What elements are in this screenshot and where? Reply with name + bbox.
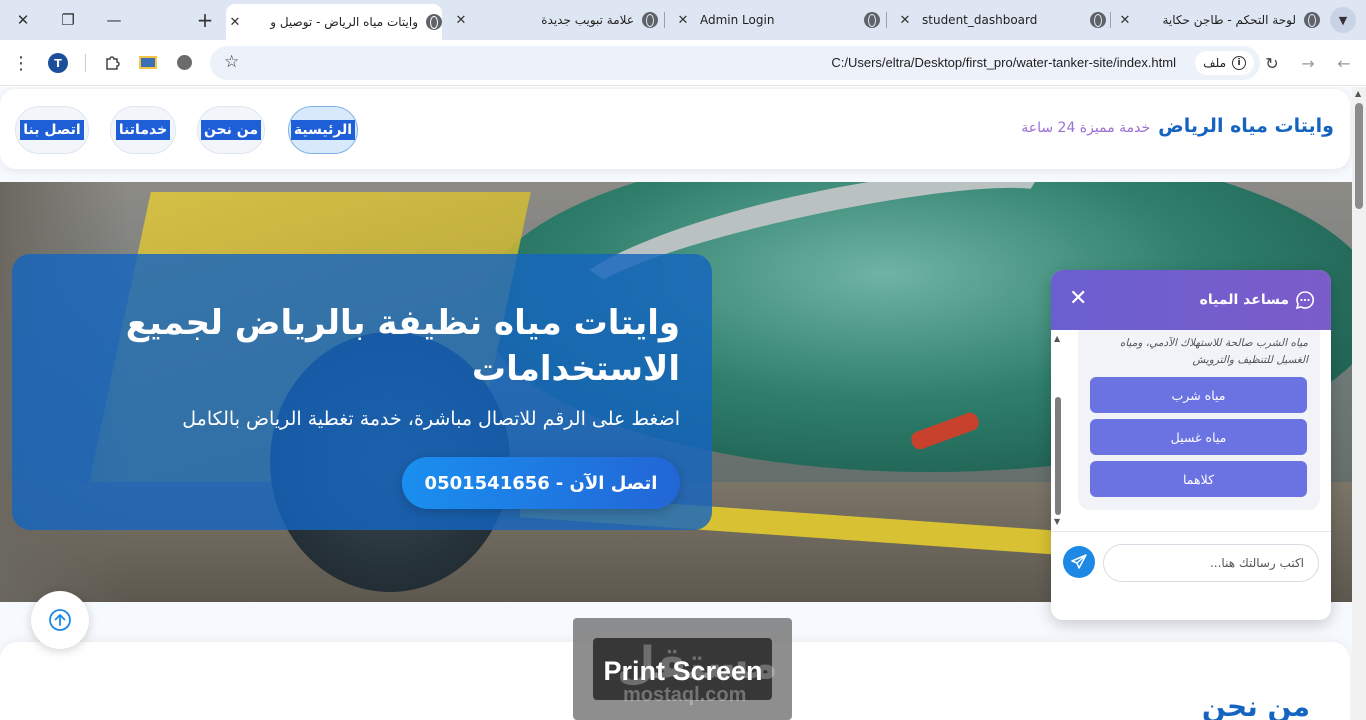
address-bar[interactable]: ☆ C:/Users/eltra/Desktop/first_pro/water… [210,46,1260,80]
chat-title: مساعد المياه [1199,292,1289,308]
arrow-up-circle-icon [49,609,71,631]
chat-scrollbar[interactable]: ▲ ▼ [1053,334,1063,526]
call-label: اتصل الآن - [555,472,658,494]
bookmark-star-icon[interactable]: ☆ [224,52,239,72]
scroll-up-arrow-icon[interactable]: ▲ [1355,89,1361,98]
send-paper-plane-icon [1071,554,1087,569]
about-heading: من نحن [1201,690,1310,720]
nav-home[interactable]: الرئيسية [288,106,358,154]
scroll-up-arrow-icon[interactable]: ▲ [1054,334,1060,343]
tab-student-dashboard[interactable]: student_dashboard ✕ [896,5,1106,35]
watermark-site: mostaql.com [623,684,747,706]
option-washing-water[interactable]: مياه غسيل [1090,419,1307,455]
chat-messages[interactable]: ▲ ▼ مياه الشرب صالحة للاستهلاك الآدمي، و… [1051,330,1331,530]
phone-number: 0501541656 [424,472,550,494]
browser-tab-strip: ✕ ❐ — + وايتات مياه الرياض - توصيل و ✕ ع… [0,0,1366,40]
site-info-chip[interactable]: i ملف [1195,51,1254,75]
browser-menu-icon[interactable]: ⋮ [8,50,34,76]
tab-search-chevron-icon[interactable]: ▼ [1330,7,1356,33]
tab-separator [664,12,665,28]
tab-close-icon[interactable]: ✕ [1116,13,1134,28]
tab-separator [886,12,887,28]
globe-icon [864,12,880,28]
tab-title: Admin Login [700,13,775,27]
nav-about[interactable]: من نحن [197,106,265,154]
watermark-box: مستقل Print Screen mostaql.com [593,638,778,706]
option-drinking-water[interactable]: مياه شرب [1090,377,1307,413]
brand-title: وايتات مياه الرياض [1158,115,1334,137]
tab-title: student_dashboard [922,13,1038,27]
option-both[interactable]: كلاهما [1090,461,1307,497]
extension-flag-icon[interactable] [139,56,157,69]
scroll-down-arrow-icon[interactable]: ▼ [1054,517,1060,526]
chat-header: مساعد المياه ✕ [1051,270,1331,330]
window-close-button[interactable]: ✕ [8,6,38,34]
tab-new-tab[interactable]: علامة تبويب جديدة ✕ [452,5,658,35]
send-button[interactable] [1063,546,1095,578]
window-restore-button[interactable]: ❐ [53,6,83,34]
nav-contact-label: اتصل بنا [20,120,84,140]
nav-home-label: الرئيسية [290,120,356,140]
watermark-text: Print Screen [603,656,763,686]
reload-icon[interactable]: ↻ [1259,50,1285,76]
nav-services[interactable]: خدماتنا [110,106,176,154]
print-screen-watermark: مستقل Print Screen mostaql.com [573,618,792,720]
toolbar-divider [85,54,86,72]
file-chip-label: ملف [1203,56,1226,70]
nav-contact[interactable]: اتصل بنا [15,106,89,154]
chrome-icon [642,12,658,28]
nav-about-label: من نحن [200,120,262,140]
brand-tagline: خدمة مميزة 24 ساعة [1021,120,1151,136]
brand[interactable]: وايتات مياه الرياض خدمة مميزة 24 ساعة [1021,115,1334,137]
forward-arrow-icon[interactable]: → [1295,50,1321,76]
scroll-to-top-button[interactable] [31,591,89,649]
tab-title: لوحة التحكم - طاجن حكاية [1162,13,1297,27]
hero-subtitle: اضغط على الرقم للاتصال مباشرة، خدمة تغطي… [182,408,680,430]
extensions-puzzle-icon[interactable] [99,50,125,76]
tab-close-icon[interactable]: ✕ [896,13,914,28]
globe-icon [1090,12,1106,28]
chat-message-input[interactable] [1103,544,1319,582]
tab-water-site[interactable]: وايتات مياه الرياض - توصيل و ✕ [226,4,442,40]
tab-dashboard-tajen[interactable]: لوحة التحكم - طاجن حكاية ✕ [1116,5,1320,35]
window-minimize-button[interactable]: — [99,6,129,34]
call-now-button[interactable]: اتصل الآن - 0501541656 [402,457,680,509]
tab-title: وايتات مياه الرياض - توصيل و [270,15,418,29]
bot-message-text: مياه الشرب صالحة للاستهلاك الآدمي، ومياه… [1119,337,1308,366]
tab-separator [1110,12,1111,28]
tab-title: علامة تبويب جديدة [541,13,634,27]
chat-widget: مساعد المياه ✕ ▲ ▼ مياه الشرب صالحة للاس… [1051,270,1331,620]
globe-icon [426,14,442,30]
globe-icon [1304,12,1320,28]
page-scroll-thumb[interactable] [1355,103,1363,209]
tab-admin-login[interactable]: Admin Login ✕ [674,5,880,35]
chat-bubble-icon [1295,291,1314,310]
extension-planet-icon[interactable] [177,55,192,70]
nav-services-label: خدماتنا [115,120,171,140]
hero-title: وايتات مياه نظيفة بالرياض لجميع الاستخدا… [125,303,680,389]
chat-close-icon[interactable]: ✕ [1069,286,1087,312]
chat-title-group: مساعد المياه [1200,290,1315,310]
tab-close-icon[interactable]: ✕ [674,13,692,28]
hero-card: وايتات مياه نظيفة بالرياض لجميع الاستخدا… [12,254,712,530]
page-scrollbar[interactable]: ▲ [1352,87,1366,720]
browser-toolbar: ⋮ T ☆ C:/Users/eltra/Desktop/first_pro/w… [0,40,1366,86]
profile-avatar[interactable]: T [48,53,68,73]
chat-footer [1051,531,1331,620]
new-tab-button[interactable]: + [190,6,220,34]
chat-scroll-thumb[interactable] [1055,397,1061,515]
address-url[interactable]: C:/Users/eltra/Desktop/first_pro/water-t… [831,55,1176,70]
bot-message: مياه الشرب صالحة للاستهلاك الآدمي، ومياه… [1078,330,1320,510]
back-arrow-icon[interactable]: ← [1331,50,1357,76]
tab-close-icon[interactable]: ✕ [226,15,244,30]
info-icon: i [1232,56,1246,70]
site-header: وايتات مياه الرياض خدمة مميزة 24 ساعة ال… [0,89,1350,169]
tab-close-icon[interactable]: ✕ [452,13,470,28]
